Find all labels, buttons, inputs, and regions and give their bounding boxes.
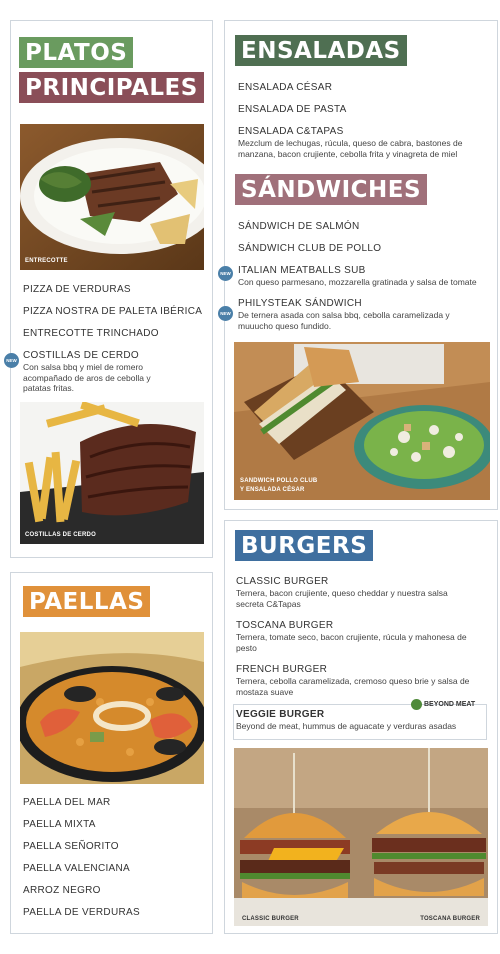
ensaladas-banner: ENSALADAS: [235, 35, 407, 67]
burger-item-desc: Ternera, bacon crujiente, queso cheddar …: [236, 588, 448, 609]
sandwich-caption-line2: Y ENSALADA CÉSAR: [240, 487, 305, 493]
paella-photo: [20, 632, 204, 784]
paella-item: PAELLA VALENCIANA: [23, 863, 130, 874]
paellas-banner: PAELLAS: [23, 586, 151, 618]
platos-item-desc: Con salsa bbq y miel de romero acompañad…: [23, 362, 151, 394]
veggie-burger-name: VEGGIE BURGER: [236, 709, 325, 720]
entrecotte-photo: ENTRECOTTE: [20, 124, 204, 270]
ensalada-item: ENSALADA DE PASTA: [238, 104, 347, 115]
classic-burger-caption: CLASSIC BURGER: [242, 916, 299, 922]
entrecotte-caption: ENTRECOTTE: [25, 258, 68, 264]
beyond-meat-icon: [411, 699, 422, 710]
new-badge-icon: NEW: [218, 266, 233, 281]
platos-item: PIZZA NOSTRA DE PALETA IBÉRICA: [23, 306, 203, 317]
sandwich-item: SÁNDWICH CLUB DE POLLO: [238, 243, 382, 254]
sandwich-photo: SANDWICH POLLO CLUB Y ENSALADA CÉSAR: [234, 342, 490, 500]
platos-item: COSTILLAS DE CERDO: [23, 350, 139, 361]
new-badge-icon: NEW: [218, 306, 233, 321]
platos-banner-line2: PRINCIPALES: [19, 72, 204, 104]
burger-item-desc: Ternera, tomate seco, bacon crujiente, r…: [236, 632, 467, 653]
beyond-meat-logo: BEYOND MEAT: [411, 699, 475, 710]
paella-item: PAELLA DE VERDURAS: [23, 907, 140, 918]
beyond-meat-label: BEYOND MEAT: [424, 701, 476, 708]
burger-item: CLASSIC BURGER: [236, 576, 329, 587]
new-badge-icon: NEW: [4, 353, 19, 368]
sandwich-item: PHILYSTEAK SÁNDWICH: [238, 298, 362, 309]
sandwich-item-desc: Con queso parmesano, mozzarella gratinad…: [238, 277, 477, 287]
paella-item: PAELLA DEL MAR: [23, 797, 111, 808]
burger-item: TOSCANA BURGER: [236, 620, 334, 631]
platos-banner-line1: PLATOS: [19, 37, 134, 69]
costillas-photo: COSTILLAS DE CERDO: [20, 402, 204, 544]
burger-photo: CLASSIC BURGER TOSCANA BURGER: [234, 748, 488, 926]
sandwich-item: SÁNDWICH DE SALMÓN: [238, 221, 360, 232]
toscana-burger-caption: TOSCANA BURGER: [420, 916, 480, 922]
paella-item: PAELLA SEÑORITO: [23, 841, 119, 852]
ensalada-item: ENSALADA C&TAPAS: [238, 126, 344, 137]
platos-item: ENTRECOTTE TRINCHADO: [23, 328, 159, 339]
costillas-caption: COSTILLAS DE CERDO: [25, 532, 96, 538]
sandwich-item-desc: De ternera asada con salsa bbq, cebolla …: [238, 310, 450, 331]
paella-item: PAELLA MIXTA: [23, 819, 96, 830]
burger-item: FRENCH BURGER: [236, 664, 328, 675]
ensalada-item-desc: Mezclum de lechugas, rúcula, queso de ca…: [238, 138, 463, 159]
burgers-banner: BURGERS: [235, 530, 374, 562]
sandwiches-banner: SÁNDWICHES: [235, 174, 428, 206]
burger-item-desc: Ternera, cebolla caramelizada, cremoso q…: [236, 676, 470, 697]
veggie-burger-desc: Beyond de meat, hummus de aguacate y ver…: [236, 721, 457, 731]
ensalada-item: ENSALADA CÉSAR: [238, 82, 333, 93]
sandwich-item: ITALIAN MEATBALLS SUB: [238, 265, 366, 276]
paella-item: ARROZ NEGRO: [23, 885, 101, 896]
sandwich-caption-line1: SANDWICH POLLO CLUB: [240, 478, 318, 484]
platos-item: PIZZA DE VERDURAS: [23, 284, 131, 295]
